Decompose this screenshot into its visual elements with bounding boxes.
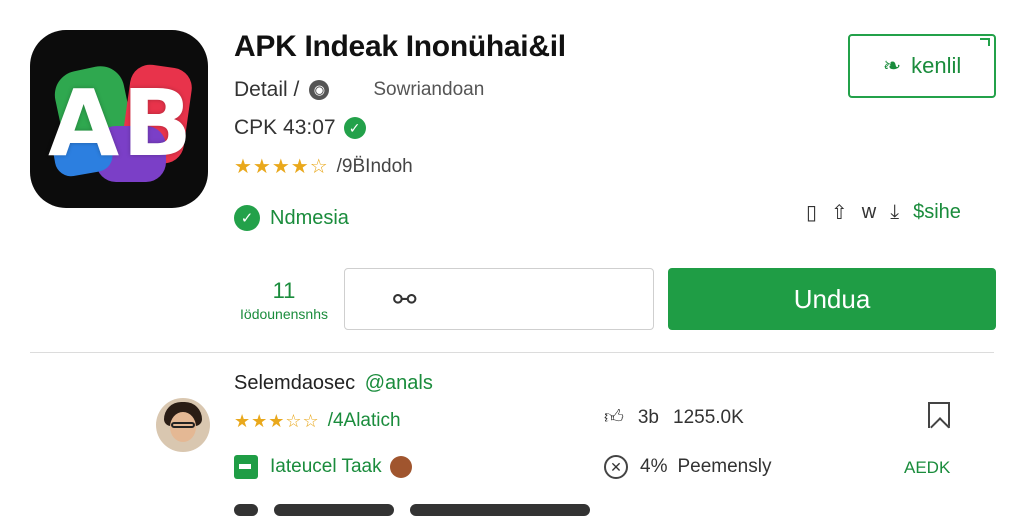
action-icons: ▯ ⇧ w ⤓ $sihe (806, 200, 961, 225)
divider (30, 352, 994, 353)
review-handle[interactable]: @anals (365, 372, 433, 394)
star-rating: ★★★★☆ (234, 156, 329, 178)
status-row: ✓ Ndmesia (234, 205, 349, 231)
bookmark-icon[interactable] (928, 402, 950, 428)
share-label: kenlil (911, 53, 962, 78)
rating-row: ★★★★☆ /9B̈Indoh (234, 154, 413, 179)
review-rating-text: /4Alatich (327, 410, 401, 431)
download-icon[interactable]: ⤓ (890, 201, 899, 224)
app-icon-letter-a: A (48, 70, 120, 177)
review-star-rating: ★★★☆☆ (234, 410, 320, 431)
review-rating-row: ★★★☆☆ /4Alatich (234, 410, 401, 432)
cutoff-text (274, 504, 394, 516)
likes: 👍︎ 3b 1255.0K (604, 406, 744, 429)
download-button[interactable]: Undua (668, 268, 996, 330)
install-count-label: Iödounensnhs (240, 306, 328, 322)
leaf-icon: ❧ (882, 53, 902, 78)
share-count: w (861, 201, 877, 223)
report-link[interactable]: AEDK (904, 458, 950, 478)
mini-avatar (389, 456, 412, 478)
detail-label: Detail / (234, 78, 300, 101)
like-count: 3b (637, 406, 659, 428)
avatar[interactable] (156, 398, 210, 452)
verified-check-icon: ✓ (343, 117, 366, 139)
app-icon: A B (30, 30, 208, 208)
globe-icon[interactable]: ◉ (309, 80, 330, 100)
link-icon: ⚯ (393, 283, 417, 315)
app-icon-letter-b: B (122, 70, 193, 177)
check-circle-icon: ✓ (234, 205, 260, 231)
share-icon[interactable]: ⇧ (831, 200, 848, 225)
reply-row: ✕ 4% Peemensly (604, 455, 771, 479)
corner-mark (980, 38, 990, 46)
cutoff-avatar (234, 504, 258, 516)
install-count-number: 11 (272, 278, 296, 303)
app-title: APK Indeak Inonühai&il (234, 30, 566, 63)
reply-count: 4% (640, 456, 668, 477)
link-input[interactable]: ⚯ (344, 268, 654, 330)
review-author: Selemdaosec (234, 372, 356, 394)
device-icon[interactable]: ▯ (806, 200, 817, 225)
developer-subtitle[interactable]: Sowriandoan (373, 79, 484, 101)
avatar-glasses (171, 422, 195, 428)
rating-text: /9B̈Indoh (336, 155, 413, 177)
thumbs-up-icon[interactable]: 👍︎ (604, 406, 624, 429)
tag-icon (234, 455, 258, 479)
tag-text: Iateucel Taak (270, 456, 382, 477)
cutoff-text-2 (410, 504, 590, 516)
reply-text: Peemensly (677, 456, 772, 477)
like-total: 1255.0K (673, 406, 744, 428)
close-icon[interactable]: ✕ (604, 455, 628, 479)
version-row: CPK 43:07 ✓ (234, 116, 366, 140)
install-count: 11 Iödounensnhs (234, 278, 334, 322)
review-header: Selemdaosec @anals (234, 372, 433, 395)
next-review-cutoff (234, 504, 590, 516)
version-text: CPK 43:07 (234, 116, 336, 139)
download-count: $sihe (913, 201, 961, 223)
detail-row: Detail / ◉ Sowriandoan (234, 78, 484, 102)
tag-row: Iateucel Taak (234, 455, 412, 479)
status-text: Ndmesia (270, 206, 349, 229)
share-button[interactable]: ❧ kenlil (848, 34, 996, 98)
